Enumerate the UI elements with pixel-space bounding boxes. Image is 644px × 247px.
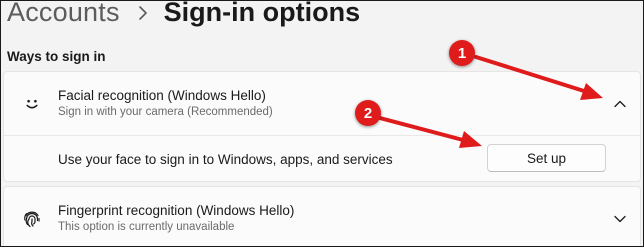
fingerprint-recognition-title: Fingerprint recognition (Windows Hello) xyxy=(58,203,295,218)
facial-recognition-setup-text: Use your face to sign in to Windows, app… xyxy=(58,151,393,167)
chevron-right-icon xyxy=(138,5,148,21)
annotation-badge-1: 1 xyxy=(449,40,475,66)
section-label-ways-to-sign-in: Ways to sign in xyxy=(7,49,106,64)
facial-recognition-card: Facial recognition (Windows Hello) Sign … xyxy=(3,71,641,182)
fingerprint-recognition-description: This option is currently unavailable xyxy=(58,221,235,233)
settings-window: Accounts Sign-in options Ways to sign in… xyxy=(0,0,644,247)
smiley-face-icon xyxy=(20,92,44,116)
breadcrumb: Accounts Sign-in options xyxy=(7,0,361,28)
fingerprint-recognition-text: Fingerprint recognition (Windows Hello) … xyxy=(58,202,294,235)
fingerprint-recognition-card: Fingerprint recognition (Windows Hello) … xyxy=(3,186,641,246)
fingerprint-icon xyxy=(20,207,44,231)
page-title: Sign-in options xyxy=(163,0,361,27)
facial-recognition-description: Sign in with your camera (Recommended) xyxy=(58,106,273,118)
set-up-button[interactable]: Set up xyxy=(487,144,606,172)
chevron-down-icon[interactable] xyxy=(612,211,628,227)
facial-recognition-setup-row: Use your face to sign in to Windows, app… xyxy=(4,136,640,182)
chevron-up-icon[interactable] xyxy=(612,96,628,112)
facial-recognition-header[interactable]: Facial recognition (Windows Hello) Sign … xyxy=(4,72,640,135)
annotation-badge-2: 2 xyxy=(355,100,381,126)
breadcrumb-accounts[interactable]: Accounts xyxy=(7,1,120,28)
fingerprint-recognition-header[interactable]: Fingerprint recognition (Windows Hello) … xyxy=(4,187,640,246)
facial-recognition-title: Facial recognition (Windows Hello) xyxy=(58,88,266,103)
facial-recognition-text: Facial recognition (Windows Hello) Sign … xyxy=(58,87,273,120)
